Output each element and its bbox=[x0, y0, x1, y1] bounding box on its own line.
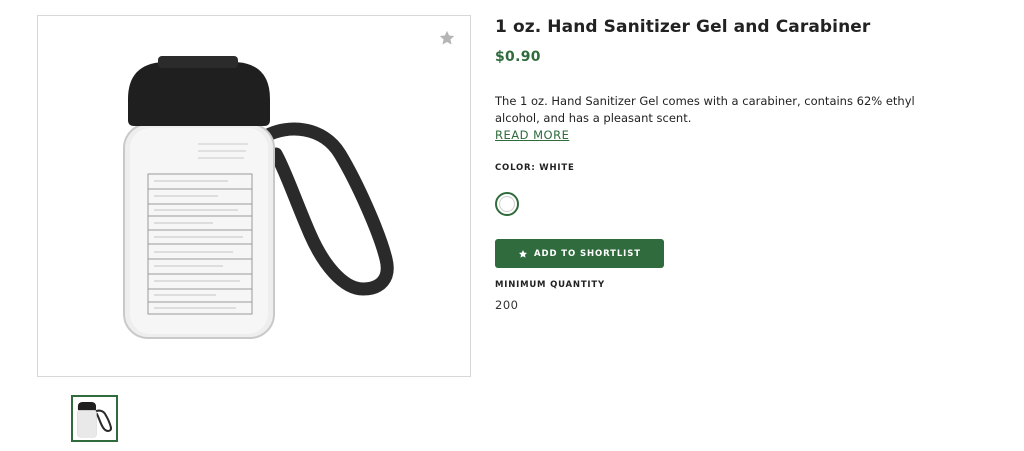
add-to-shortlist-label: ADD TO SHORTLIST bbox=[534, 248, 641, 259]
product-price: $0.90 bbox=[495, 49, 541, 65]
minimum-quantity-label: MINIMUM QUANTITY bbox=[495, 280, 605, 290]
add-to-shortlist-button[interactable]: ADD TO SHORTLIST bbox=[495, 239, 664, 268]
color-label: COLOR: WHITE bbox=[495, 163, 575, 173]
read-more-link[interactable]: READ MORE bbox=[495, 128, 569, 142]
product-description: The 1 oz. Hand Sanitizer Gel comes with … bbox=[495, 94, 915, 125]
favorite-star-icon[interactable] bbox=[438, 29, 456, 47]
thumbnail-image bbox=[77, 402, 112, 438]
color-swatch-white[interactable] bbox=[495, 192, 519, 216]
star-icon bbox=[519, 249, 528, 258]
product-thumbnail[interactable] bbox=[71, 395, 118, 442]
product-info: 1 oz. Hand Sanitizer Gel and Carabiner $… bbox=[495, 15, 965, 312]
minimum-quantity-value: 200 bbox=[495, 298, 519, 312]
product-title: 1 oz. Hand Sanitizer Gel and Carabiner bbox=[495, 17, 871, 37]
product-image bbox=[123, 56, 394, 339]
product-image-gallery bbox=[37, 15, 471, 377]
